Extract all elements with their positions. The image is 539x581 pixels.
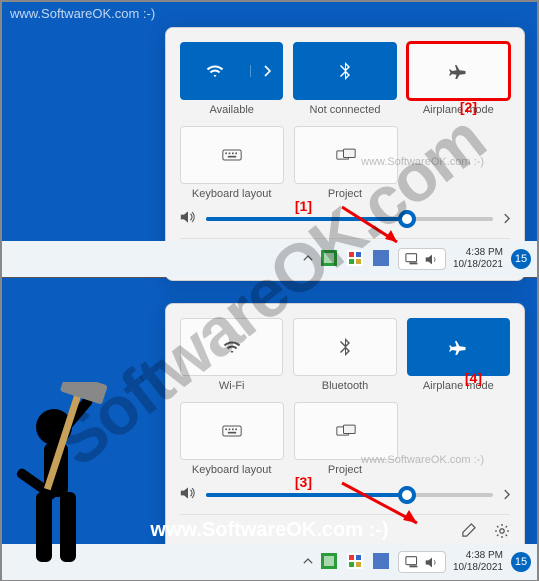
clock-time-2: 4:38 PM	[453, 550, 503, 562]
volume-icon	[180, 210, 196, 228]
volume-tray-icon	[425, 556, 439, 569]
clock-date-2: 10/18/2021	[453, 562, 503, 574]
wifi-expand-button[interactable]	[250, 65, 282, 77]
keyboard-layout-tile-2[interactable]	[180, 402, 284, 460]
project-tile[interactable]	[294, 126, 398, 184]
notification-badge[interactable]: 15	[511, 249, 531, 269]
bluetooth-tile[interactable]	[293, 42, 396, 100]
airplane-mode-tile[interactable]	[407, 42, 510, 100]
clock-2[interactable]: 4:38 PM 10/18/2021	[453, 550, 503, 574]
keyboard-layout-label: Keyboard layout	[180, 188, 283, 200]
bluetooth-icon	[339, 336, 351, 358]
volume-expand-button-2[interactable]	[503, 488, 510, 503]
bluetooth-tile-2[interactable]	[293, 318, 396, 376]
edit-button-2[interactable]	[461, 523, 476, 542]
network-volume-button[interactable]	[399, 249, 445, 269]
annotation-1: [1]	[295, 198, 312, 214]
annotation-4: [4]	[465, 370, 482, 386]
tray-app-2b[interactable]	[347, 553, 365, 571]
tray-app-3b[interactable]	[373, 553, 391, 571]
airplane-mode-tile-2[interactable]	[407, 318, 510, 376]
bluetooth-icon	[339, 60, 351, 82]
annotation-arrow-1	[337, 202, 417, 252]
clock-date: 10/18/2021	[453, 259, 503, 271]
wifi-icon	[206, 60, 224, 82]
bluetooth-label-2: Bluetooth	[293, 380, 396, 392]
tray-overflow-button[interactable]	[303, 253, 313, 265]
worker-illustration	[6, 382, 136, 577]
project-icon	[336, 144, 356, 166]
airplane-icon	[449, 60, 467, 82]
airplane-label: Airplane mode	[407, 104, 510, 116]
network-volume-button-2[interactable]	[399, 552, 445, 572]
watermark-text: www.SoftwareOK.com :-)	[10, 6, 155, 21]
wifi-label: Available	[180, 104, 283, 116]
tray-app-1b[interactable]	[321, 553, 339, 571]
annotation-arrow-2	[337, 478, 437, 533]
keyboard-layout-tile[interactable]	[180, 126, 284, 184]
network-icon	[405, 555, 421, 569]
settings-button-2[interactable]	[494, 523, 510, 542]
tray-overflow-button-2[interactable]	[303, 556, 313, 568]
volume-tray-icon	[425, 253, 439, 266]
tray-app-1[interactable]	[321, 250, 339, 268]
wifi-tile-2[interactable]	[180, 318, 283, 376]
volume-icon-2	[180, 486, 196, 504]
clock-time: 4:38 PM	[453, 247, 503, 259]
project-tile-2[interactable]	[294, 402, 398, 460]
clock[interactable]: 4:38 PM 10/18/2021	[453, 247, 503, 271]
annotation-2: [2]	[460, 99, 477, 115]
taskbar: 4:38 PM 10/18/2021 15	[2, 241, 537, 277]
airplane-icon	[449, 336, 467, 358]
wifi-label-2: Wi-Fi	[180, 380, 283, 392]
volume-expand-button[interactable]	[503, 212, 510, 227]
project-icon	[336, 420, 356, 442]
wifi-tile[interactable]	[180, 42, 283, 100]
keyboard-layout-label-2: Keyboard layout	[180, 464, 283, 476]
tray-app-3[interactable]	[373, 250, 391, 268]
bluetooth-label: Not connected	[293, 104, 396, 116]
notification-badge-2[interactable]: 15	[511, 552, 531, 572]
wifi-icon	[223, 336, 241, 358]
keyboard-icon	[222, 420, 242, 442]
network-icon	[405, 252, 421, 266]
keyboard-icon	[222, 144, 242, 166]
tray-app-2[interactable]	[347, 250, 365, 268]
airplane-label-2: Airplane mode	[407, 380, 510, 392]
annotation-3: [3]	[295, 474, 312, 490]
